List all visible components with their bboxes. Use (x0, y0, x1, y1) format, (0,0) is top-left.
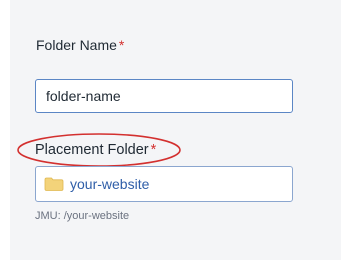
placement-folder-chooser[interactable]: your-website (35, 166, 293, 202)
placement-folder-value: your-website (70, 176, 150, 192)
folder-name-input[interactable] (36, 80, 292, 112)
required-marker: * (150, 142, 157, 158)
placement-folder-path-hint: JMU: /your-website (35, 210, 130, 222)
required-marker: * (118, 37, 125, 53)
placement-folder-label-text: Placement Folder (35, 142, 149, 158)
folder-name-field[interactable] (35, 79, 293, 113)
folder-icon (44, 177, 64, 191)
placement-folder-label: Placement Folder * (35, 142, 156, 158)
folder-name-label: Folder Name * (36, 37, 124, 53)
folder-name-label-text: Folder Name (36, 37, 117, 53)
